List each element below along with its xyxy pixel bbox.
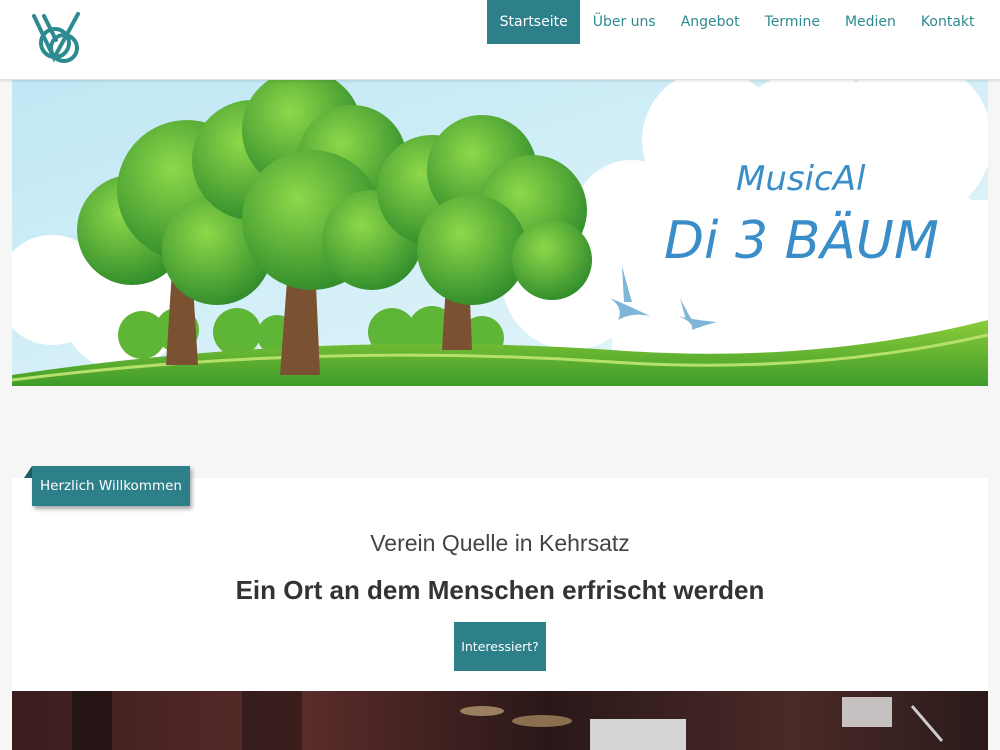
logo-icon[interactable] (30, 10, 84, 70)
nav-item-medien[interactable]: Medien (832, 0, 908, 44)
interessiert-button[interactable]: Interessiert? (454, 622, 546, 671)
welcome-ribbon: Herzlich Willkommen (32, 466, 190, 506)
banner-title-line2: Di 3 BÄUM (664, 210, 939, 271)
ribbon-fold (24, 466, 32, 478)
welcome-subtitle: Verein Quelle in Kehrsatz (370, 530, 630, 556)
nav-item-termine[interactable]: Termine (752, 0, 832, 44)
stage-photo (12, 691, 988, 750)
welcome-headline: Ein Ort an dem Menschen erfrischt werden (235, 575, 765, 605)
main-nav: Startseite Über uns Angebot Termine Medi… (487, 0, 987, 44)
nav-item-ueber-uns[interactable]: Über uns (580, 0, 668, 44)
nav-item-angebot[interactable]: Angebot (668, 0, 752, 44)
banner-title-line1: MusicAl (736, 159, 866, 199)
hero-banner: MusicAl Di 3 BÄUM (12, 80, 988, 386)
site-header: Startseite Über uns Angebot Termine Medi… (0, 0, 1000, 80)
nav-item-kontakt[interactable]: Kontakt (908, 0, 987, 44)
nav-item-startseite[interactable]: Startseite (487, 0, 581, 44)
